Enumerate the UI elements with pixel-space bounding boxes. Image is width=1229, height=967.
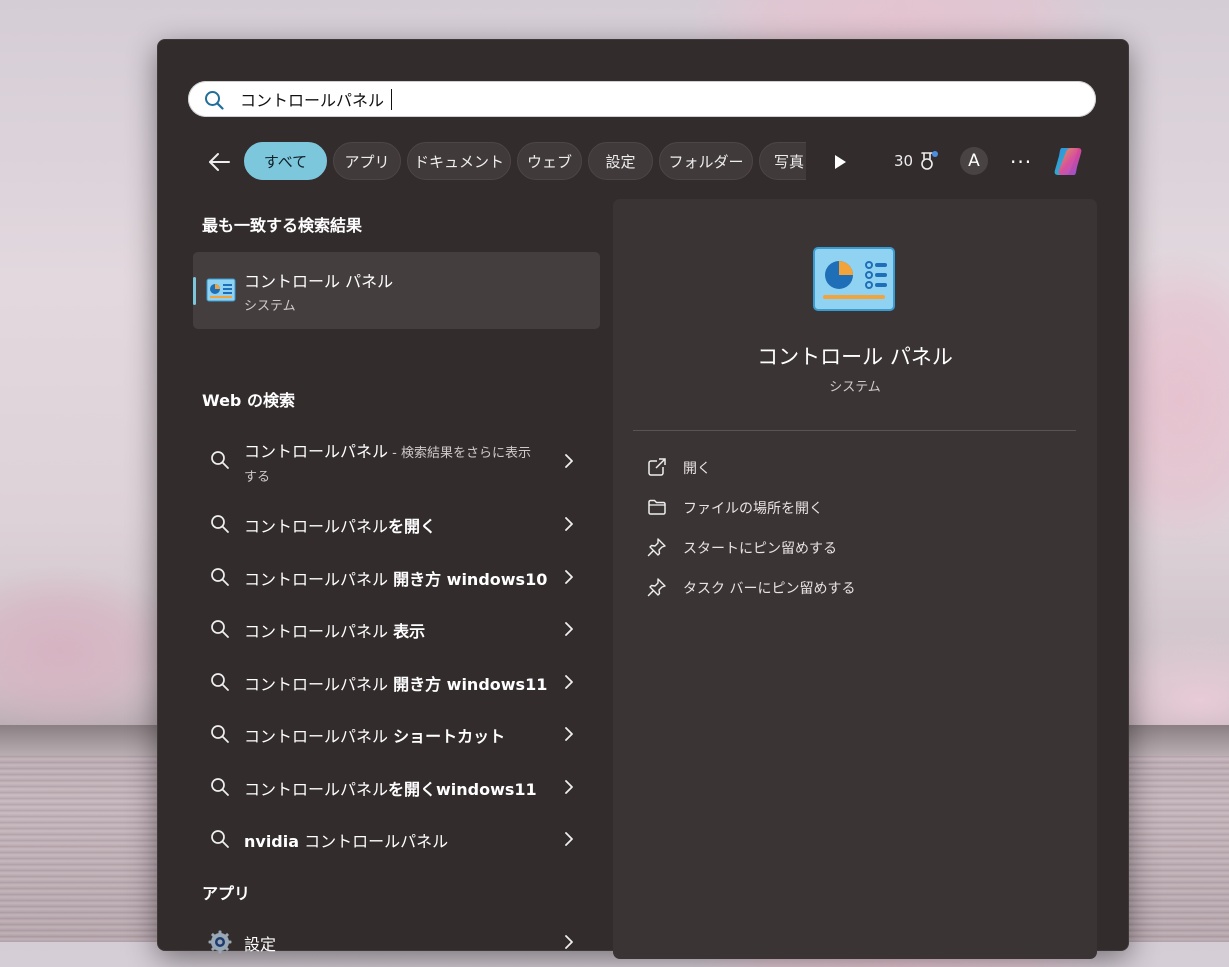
best-match-heading: 最も一致する検索結果 xyxy=(202,216,363,235)
web-result-hint-wrap: する xyxy=(244,470,271,485)
web-result-item[interactable]: コントロールパネルを開くwindows11 xyxy=(193,762,601,812)
pin-icon xyxy=(647,538,666,557)
chevron-right-icon xyxy=(565,727,573,741)
web-result-item[interactable]: コントロールパネル 開き方 windows10 xyxy=(193,552,601,602)
selection-indicator xyxy=(193,277,196,305)
search-icon xyxy=(205,91,224,110)
web-result-text: コントロールパネル xyxy=(244,780,389,799)
action-open-file-location[interactable]: ファイルの場所を開く xyxy=(647,495,1067,519)
detail-pane: コントロール パネル システム 開く ファイルの場所を開く スタートにピン留めす… xyxy=(613,199,1097,959)
web-result-suggestion: ショートカット xyxy=(393,727,506,746)
divider xyxy=(633,430,1076,431)
detail-category: システム xyxy=(829,380,881,395)
start-search-panel: すべて アプリ ドキュメント ウェブ 設定 フォルダー 写真 30 A ··· xyxy=(157,39,1129,959)
detail-title: コントロール パネル xyxy=(757,345,953,369)
web-result-text: コントロールパネル xyxy=(244,517,389,536)
web-result-suggestion: 開き方 windows11 xyxy=(393,675,548,694)
more-options-icon[interactable]: ··· xyxy=(1010,150,1032,174)
app-result-settings[interactable]: 設定 xyxy=(193,917,601,967)
action-label: スタートにピン留めする xyxy=(683,541,837,557)
app-result-label: 設定 xyxy=(244,935,277,954)
action-label: タスク バーにピン留めする xyxy=(683,581,856,597)
rewards-medal-icon[interactable] xyxy=(918,150,940,172)
filter-bar: すべて アプリ ドキュメント ウェブ 設定 フォルダー 写真 30 A ··· xyxy=(202,142,1112,182)
best-match-category: システム xyxy=(244,299,296,314)
search-icon xyxy=(211,778,229,796)
action-open[interactable]: 開く xyxy=(647,455,1067,479)
gear-icon xyxy=(208,930,232,954)
web-result-suggestion: 表示 xyxy=(393,622,426,641)
action-label: ファイルの場所を開く xyxy=(683,501,823,517)
filter-chip-folders[interactable]: フォルダー xyxy=(659,142,753,180)
web-result-text: コントロールパネル xyxy=(244,442,389,461)
web-result-item[interactable]: コントロールパネルを開く xyxy=(193,499,601,549)
search-icon xyxy=(211,515,229,533)
apps-heading: アプリ xyxy=(202,884,251,903)
action-pin-to-taskbar[interactable]: タスク バーにピン留めする xyxy=(647,575,1067,599)
copilot-icon[interactable] xyxy=(1052,142,1090,180)
control-panel-icon xyxy=(813,247,895,311)
folder-icon xyxy=(648,499,666,515)
web-result-hint: - 検索結果をさらに表示 xyxy=(388,446,531,461)
action-pin-to-start[interactable]: スタートにピン留めする xyxy=(647,535,1067,559)
web-result-text: コントロールパネル xyxy=(244,570,394,589)
web-result-item[interactable]: コントロールパネル ショートカット xyxy=(193,709,601,759)
search-icon xyxy=(211,725,229,743)
wallpaper-shore-right xyxy=(1127,725,1229,755)
chevron-right-icon xyxy=(565,780,573,794)
web-result-suggestion: 開き方 windows10 xyxy=(393,570,548,589)
web-result-item[interactable]: コントロールパネル 開き方 windows11 xyxy=(193,657,601,707)
chevron-right-icon xyxy=(565,517,573,531)
action-label: 開く xyxy=(683,461,711,477)
chevron-right-icon xyxy=(565,935,573,949)
account-avatar[interactable]: A xyxy=(960,147,988,175)
search-icon xyxy=(211,830,229,848)
chevron-right-icon xyxy=(565,675,573,689)
control-panel-icon xyxy=(206,278,236,302)
web-result-text: コントロールパネル xyxy=(244,622,394,641)
web-result-text: コントロールパネル xyxy=(244,675,394,694)
web-result-suggestion: nvidia xyxy=(244,832,300,851)
back-arrow-icon[interactable] xyxy=(206,150,232,174)
filter-chip-apps[interactable]: アプリ xyxy=(333,142,401,180)
web-search-heading: Web の検索 xyxy=(202,391,295,410)
text-caret xyxy=(391,89,392,110)
web-result-item[interactable]: nvidia コントロールパネル xyxy=(193,814,601,864)
scroll-right-play-icon[interactable] xyxy=(833,154,847,170)
chevron-right-icon xyxy=(565,622,573,636)
filter-chip-documents[interactable]: ドキュメント xyxy=(407,142,511,180)
web-result-text: コントロールパネル xyxy=(244,727,394,746)
web-result-item[interactable]: コントロールパネル 表示 xyxy=(193,604,601,654)
filter-chip-settings[interactable]: 設定 xyxy=(588,142,653,180)
filter-chip-all[interactable]: すべて xyxy=(244,142,327,180)
web-result-suggestion: を開くwindows11 xyxy=(388,780,537,799)
search-icon xyxy=(211,451,229,469)
search-input[interactable] xyxy=(240,85,1060,113)
rewards-points: 30 xyxy=(894,152,914,170)
web-result-suggestion: を開く xyxy=(388,517,437,536)
search-icon xyxy=(211,568,229,586)
filter-chip-web[interactable]: ウェブ xyxy=(517,142,582,180)
web-result-item[interactable]: コントロールパネル - 検索結果をさらに表示 する xyxy=(193,430,601,490)
chevron-right-icon xyxy=(565,570,573,584)
best-match-name: コントロール パネル xyxy=(244,272,394,291)
web-result-text: コントロールパネル xyxy=(299,832,449,851)
chevron-right-icon xyxy=(565,832,573,846)
search-icon xyxy=(211,673,229,691)
filter-chip-photos[interactable]: 写真 xyxy=(759,142,806,180)
search-icon xyxy=(211,620,229,638)
chevron-right-icon xyxy=(565,454,573,468)
pin-icon xyxy=(647,578,666,597)
best-match-item[interactable]: コントロール パネル システム xyxy=(193,252,600,329)
open-external-icon xyxy=(648,458,666,476)
wallpaper-shore-left xyxy=(0,725,160,755)
search-box[interactable] xyxy=(188,81,1096,117)
